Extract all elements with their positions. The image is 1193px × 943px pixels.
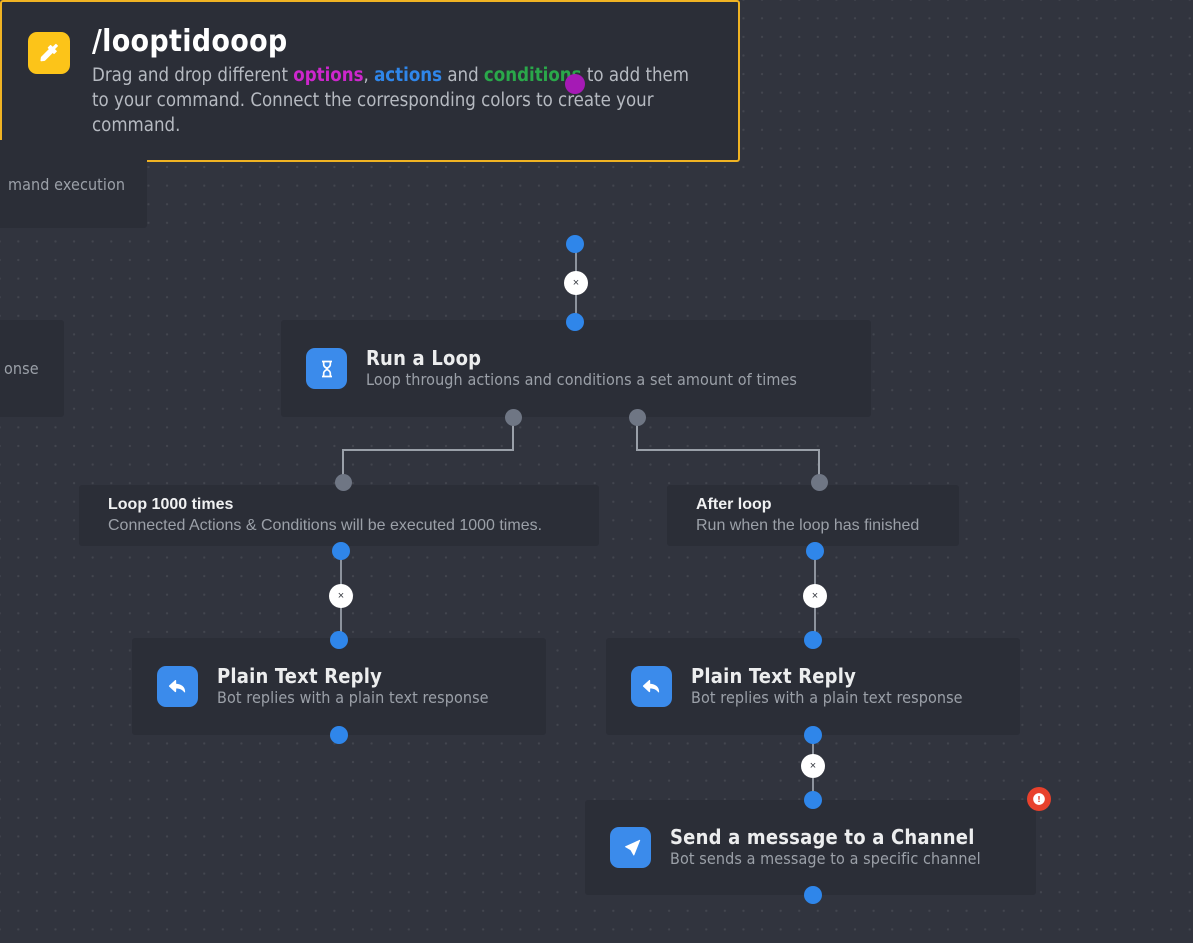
branch-card-after-loop[interactable]: After loop Run when the loop has finishe… <box>667 485 959 546</box>
connector-dot-input-reply-right[interactable] <box>804 631 822 649</box>
hourglass-icon <box>306 348 347 389</box>
partial-node-bottom-label: onse <box>4 359 39 378</box>
node-plain-text-reply-left[interactable]: Plain Text Reply Bot replies with a plai… <box>132 638 546 735</box>
connector-dot-input-loop[interactable] <box>566 313 584 331</box>
connector-dot-input-reply-left[interactable] <box>330 631 348 649</box>
remove-connection-reply-send[interactable]: × <box>801 754 825 778</box>
connector-dot-branch-loop-body[interactable] <box>505 409 522 426</box>
desc-part-2: , <box>363 64 375 86</box>
node-plain-text-reply-right[interactable]: Plain Text Reply Bot replies with a plai… <box>606 638 1020 735</box>
branch-card-loop-times[interactable]: Loop 1000 times Connected Actions & Cond… <box>79 485 599 546</box>
connector-dot-option-command[interactable] <box>565 74 585 94</box>
partial-node-top-label: mand execution <box>8 174 126 194</box>
reply-arrow-icon <box>631 666 672 707</box>
paper-plane-icon <box>610 827 651 868</box>
partial-node-bottom[interactable]: onse <box>0 320 64 417</box>
command-description: Drag and drop different options, actions… <box>92 63 692 138</box>
branch-title-loop-times: Loop 1000 times <box>108 495 234 513</box>
node-title-reply-left: Plain Text Reply <box>217 664 383 689</box>
node-send-message-to-channel[interactable]: Send a message to a Channel Bot sends a … <box>585 800 1036 895</box>
node-title-reply-right: Plain Text Reply <box>691 664 857 689</box>
connector-dot-output-reply-left[interactable] <box>330 726 348 744</box>
node-subtitle-reply-left: Bot replies with a plain text response <box>217 688 489 708</box>
node-subtitle-send-channel: Bot sends a message to a specific channe… <box>670 849 981 869</box>
node-title-send-channel: Send a message to a Channel <box>670 825 975 850</box>
node-run-a-loop[interactable]: Run a Loop Loop through actions and cond… <box>281 320 871 417</box>
keyword-actions: actions <box>374 64 443 86</box>
desc-part-3: and <box>442 64 484 86</box>
wire-loop-right-horizontal <box>636 449 820 451</box>
flow-canvas[interactable]: mand execution onse /looptidooop Drag an… <box>0 0 1193 943</box>
node-title-run-a-loop: Run a Loop <box>366 346 482 371</box>
command-card[interactable]: /looptidooop Drag and drop different opt… <box>0 0 740 162</box>
connector-dot-input-send-channel[interactable] <box>804 791 822 809</box>
connector-dot-output-send-channel[interactable] <box>804 886 822 904</box>
connector-dot-output-reply-right[interactable] <box>804 726 822 744</box>
keyword-options: options <box>293 64 364 86</box>
connector-dot-output-loop-branch[interactable] <box>332 542 350 560</box>
connector-dot-after-branch-in[interactable] <box>811 474 828 491</box>
node-subtitle-run-a-loop: Loop through actions and conditions a se… <box>366 370 798 390</box>
hammer-icon <box>28 32 70 74</box>
desc-part-1: Drag and drop different <box>92 64 294 86</box>
remove-connection-loopbranch-reply[interactable]: × <box>329 584 353 608</box>
remove-connection-command-loop[interactable]: × <box>564 271 588 295</box>
branch-title-after-loop: After loop <box>696 495 772 513</box>
error-badge-icon[interactable] <box>1027 787 1051 811</box>
node-subtitle-reply-right: Bot replies with a plain text response <box>691 688 963 708</box>
command-title: /looptidooop <box>92 24 288 59</box>
connector-dot-output-command[interactable] <box>566 235 584 253</box>
connector-dot-loop-branch-in[interactable] <box>335 474 352 491</box>
wire-loop-left-horizontal <box>342 449 514 451</box>
connector-dot-branch-after-loop[interactable] <box>629 409 646 426</box>
partial-node-top[interactable]: mand execution <box>0 140 147 228</box>
branch-subtitle-loop-times: Connected Actions & Conditions will be e… <box>108 516 543 534</box>
connector-dot-output-after-branch[interactable] <box>806 542 824 560</box>
remove-connection-afterbranch-reply[interactable]: × <box>803 584 827 608</box>
reply-arrow-icon <box>157 666 198 707</box>
branch-subtitle-after-loop: Run when the loop has finished <box>696 516 920 534</box>
